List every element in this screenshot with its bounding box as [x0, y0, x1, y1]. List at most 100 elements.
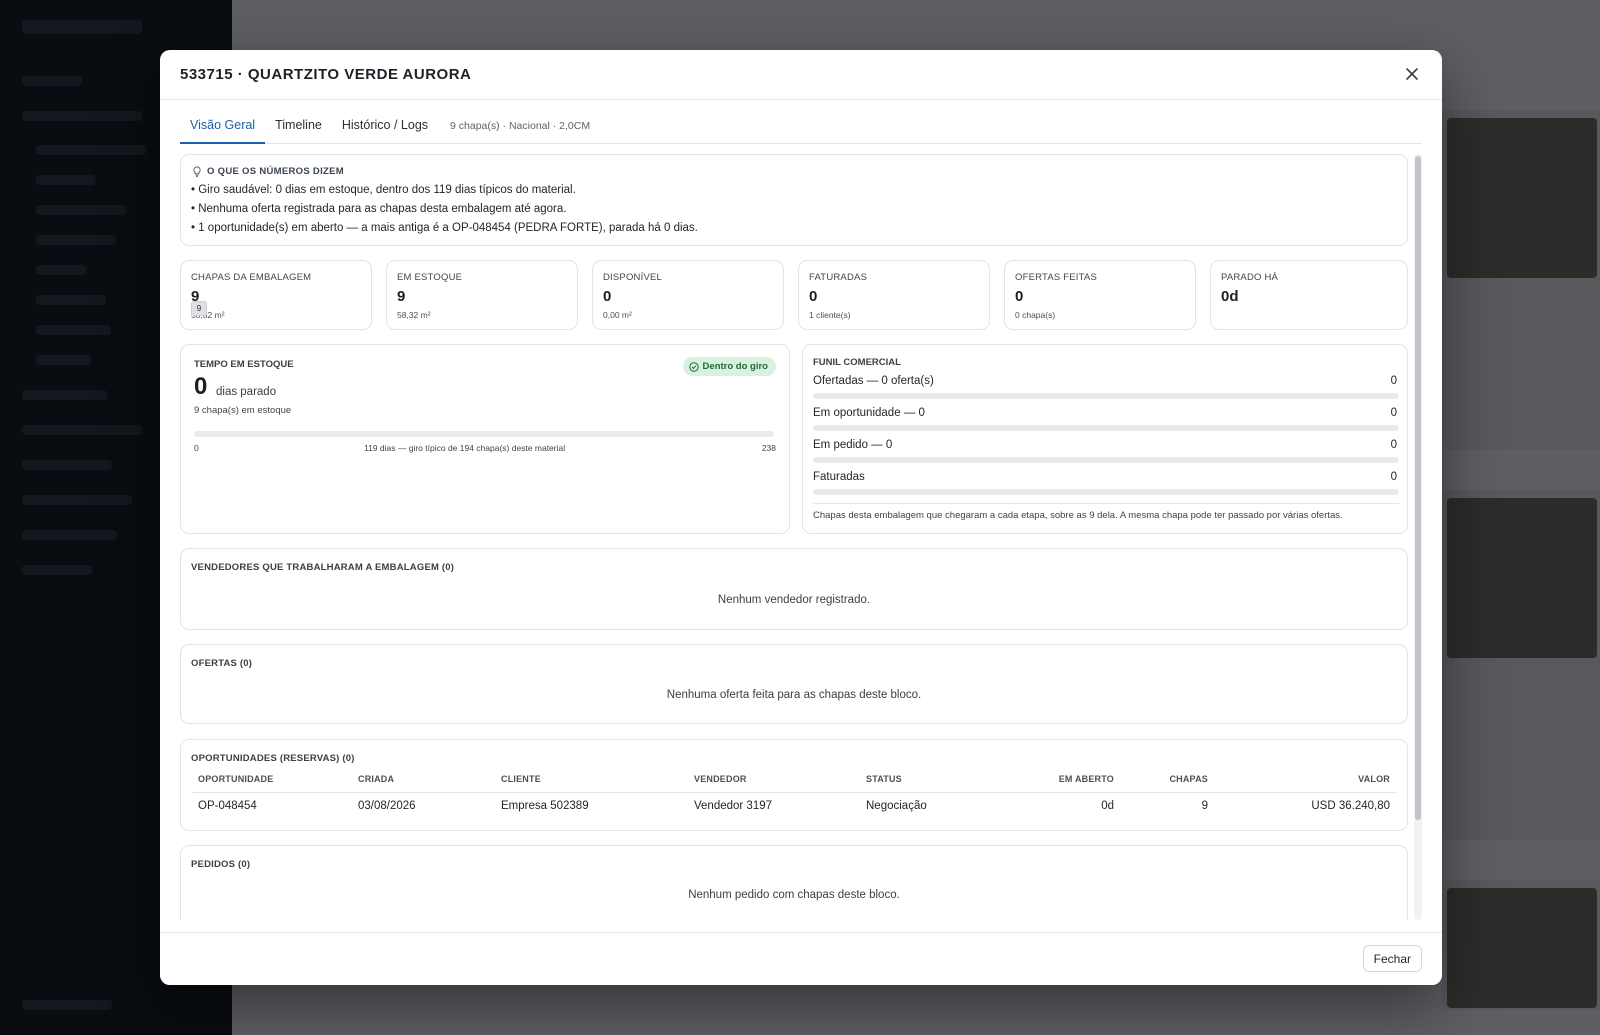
axis-min: 0	[194, 443, 199, 453]
overview-scroll-area[interactable]: O QUE OS NÚMEROS DIZEM • Giro saudável: …	[180, 154, 1422, 920]
stat-label: DISPONÍVEL	[603, 272, 663, 283]
funil-note: Chapas desta embalagem que chegaram a ca…	[813, 510, 1343, 521]
insight-line: • Nenhuma oferta registrada para as chap…	[191, 203, 567, 215]
funil-row-count: 0	[1390, 375, 1397, 387]
lightbulb-icon	[193, 166, 201, 177]
badge-label: Dentro do giro	[702, 361, 768, 372]
col-vendedor: VENDEDOR	[687, 770, 859, 793]
funil-row-count: 0	[1390, 407, 1397, 419]
funil-bar	[813, 425, 1399, 431]
stat-disponivel: DISPONÍVEL 0 0,00 m²	[592, 260, 784, 330]
days-unit: dias parado	[216, 386, 277, 398]
stat-value: 9	[397, 288, 406, 305]
modal-header: 533715 · QUARTZITO VERDE AURORA	[160, 50, 1442, 100]
giro-progress-track	[194, 431, 774, 437]
cell-valor: USD 36.240,80	[1311, 800, 1390, 812]
funil-title: FUNIL COMERCIAL	[813, 357, 901, 368]
oportunidades-table: OPORTUNIDADE CRIADA CLIENTE VENDEDOR STA…	[191, 770, 1397, 819]
stat-label: OFERTAS FEITAS	[1015, 272, 1097, 283]
funil-row-label: Em pedido — 0	[813, 439, 893, 451]
cell-vendedor: Vendedor 3197	[694, 800, 773, 812]
funil-row-label: Faturadas	[813, 471, 865, 483]
axis-max: 238	[761, 443, 776, 453]
tab-meta-info: 9 chapa(s) · Nacional · 2,0CM	[450, 120, 591, 132]
funil-comercial-card: FUNIL COMERCIAL Ofertadas — 0 oferta(s) …	[802, 344, 1408, 534]
cell-criada: 03/08/2026	[358, 800, 416, 812]
col-valor: VALOR	[1215, 770, 1397, 793]
close-button[interactable]	[1400, 63, 1424, 87]
modal-footer: Fechar	[160, 932, 1442, 985]
cell-chapas: 9	[1201, 800, 1208, 812]
tempo-estoque-card: TEMPO EM ESTOQUE Dentro do giro 0 dias p…	[180, 344, 790, 534]
insights-title: O QUE OS NÚMEROS DIZEM	[207, 166, 344, 177]
scrollbar-thumb[interactable]	[1415, 156, 1421, 820]
table-header-row: OPORTUNIDADE CRIADA CLIENTE VENDEDOR STA…	[191, 770, 1397, 793]
stat-value: 0	[809, 288, 818, 305]
tab-bar: Visão Geral Timeline Histórico / Logs 9 …	[180, 100, 1422, 144]
stat-sub: 0,00 m²	[603, 310, 632, 320]
funil-bar	[813, 489, 1399, 495]
stat-value: 0	[1015, 288, 1024, 305]
giro-status-badge: Dentro do giro	[682, 357, 776, 376]
col-status: STATUS	[859, 770, 1004, 793]
stat-sub: 58,32 m²	[397, 310, 431, 320]
ofertas-empty: Nenhuma oferta feita para as chapas dest…	[666, 689, 922, 701]
tab-timeline[interactable]: Timeline	[265, 118, 332, 144]
table-row[interactable]: OP-048454 03/08/2026 Empresa 502389 Vend…	[191, 793, 1397, 820]
funil-bar	[813, 393, 1399, 399]
stat-label: CHAPAS DA EMBALAGEM	[191, 272, 312, 283]
funil-row-count: 0	[1390, 439, 1397, 451]
vendedores-empty: Nenhum vendedor registrado.	[717, 594, 871, 606]
tempo-title: TEMPO EM ESTOQUE	[194, 359, 294, 370]
stat-label: EM ESTOQUE	[397, 272, 463, 283]
stat-sub: 0 chapa(s)	[1015, 310, 1056, 320]
funil-row-label: Ofertadas — 0 oferta(s)	[813, 375, 934, 387]
funil-row-label: Em oportunidade — 0	[813, 407, 925, 419]
col-em-aberto: EM ABERTO	[1004, 770, 1121, 793]
stat-sub: 1 cliente(s)	[809, 310, 851, 320]
stat-label: PARADO HÁ	[1221, 272, 1279, 283]
stat-ofertas-feitas: OFERTAS FEITAS 0 0 chapa(s)	[1004, 260, 1196, 330]
ofertas-title: OFERTAS (0)	[191, 658, 253, 669]
insight-line: • Giro saudável: 0 dias em estoque, dent…	[191, 184, 576, 196]
funil-row-count: 0	[1390, 471, 1397, 483]
insight-line: • 1 oportunidade(s) em aberto — a mais a…	[191, 222, 698, 234]
close-icon	[1406, 67, 1418, 80]
stat-value: 0	[603, 288, 612, 305]
pedidos-title: PEDIDOS (0)	[191, 859, 251, 870]
stat-chapas-embalagem: CHAPAS DA EMBALAGEM 9 58,32 m² 9	[180, 260, 372, 330]
cell-cliente: Empresa 502389	[501, 800, 589, 812]
stat-faturadas: FATURADAS 0 1 cliente(s)	[798, 260, 990, 330]
insights-header: O QUE OS NÚMEROS DIZEM	[192, 166, 344, 177]
vendedores-title: VENDEDORES QUE TRABALHARAM A EMBALAGEM (…	[191, 562, 455, 573]
check-circle-icon	[688, 361, 699, 372]
scrollbar[interactable]	[1414, 154, 1422, 920]
insights-card: O QUE OS NÚMEROS DIZEM • Giro saudável: …	[180, 154, 1408, 246]
cell-em-aberto: 0d	[1101, 800, 1114, 812]
funil-bar	[813, 457, 1399, 463]
days-value: 0	[194, 373, 208, 400]
stat-parado-ha: PARADO HÁ 0d	[1210, 260, 1408, 330]
cell-oportunidade[interactable]: OP-048454	[191, 793, 351, 820]
oportunidades-section: OPORTUNIDADES (RESERVAS) (0) OPORTUNIDAD…	[180, 739, 1408, 831]
tab-visao-geral[interactable]: Visão Geral	[180, 118, 266, 144]
stat-em-estoque: EM ESTOQUE 9 58,32 m²	[386, 260, 578, 330]
fechar-button[interactable]: Fechar	[1362, 945, 1422, 972]
stat-value: 0d	[1221, 288, 1239, 305]
col-criada: CRIADA	[351, 770, 494, 793]
cell-status: Negociação	[866, 800, 927, 812]
oportunidades-title: OPORTUNIDADES (RESERVAS) (0)	[191, 753, 355, 764]
tempo-sub: 9 chapa(s) em estoque	[194, 405, 292, 416]
modal-title: 533715 · QUARTZITO VERDE AURORA	[180, 66, 472, 83]
pedidos-section: PEDIDOS (0) Nenhum pedido com chapas des…	[180, 845, 1408, 920]
tab-historico-logs[interactable]: Histórico / Logs	[332, 118, 438, 144]
stat-label: FATURADAS	[809, 272, 868, 283]
col-cliente: CLIENTE	[494, 770, 687, 793]
embalagem-modal: 533715 · QUARTZITO VERDE AURORA Visão Ge…	[160, 50, 1442, 985]
col-oportunidade: OPORTUNIDADE	[191, 770, 351, 793]
pedidos-empty: Nenhum pedido com chapas deste bloco.	[688, 889, 900, 901]
ofertas-section: OFERTAS (0) Nenhuma oferta feita para as…	[180, 644, 1408, 724]
col-chapas: CHAPAS	[1121, 770, 1215, 793]
funil-divider	[813, 503, 1399, 504]
vendedores-section: VENDEDORES QUE TRABALHARAM A EMBALAGEM (…	[180, 548, 1408, 630]
